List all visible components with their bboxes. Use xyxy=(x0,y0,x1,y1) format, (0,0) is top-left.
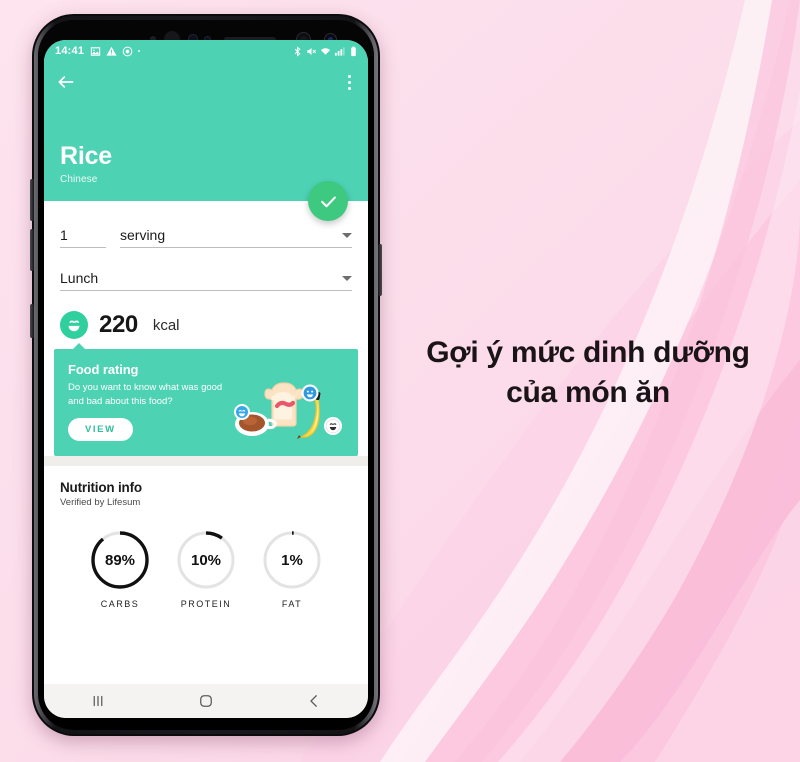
donut-fat-value: 1% xyxy=(281,552,303,569)
signal-icon xyxy=(334,46,345,56)
donut-carbs-label: CARBS xyxy=(100,598,140,609)
wifi-icon xyxy=(320,47,331,55)
food-illustration xyxy=(234,381,342,439)
phone-screen: 14:41 Rice Chinese 1 serving Lunch 220 k… xyxy=(44,40,368,718)
donut-carbs-value: 89% xyxy=(105,552,135,569)
chevron-down-icon xyxy=(342,275,352,281)
macro-donut-chart: 89% CARBS 10% PROTEIN 1% FAT xyxy=(60,528,352,609)
promo-headline: Gợi ý mức dinh dưỡng của món ăn xyxy=(382,333,794,413)
headline-line-2: của món ăn xyxy=(506,375,670,409)
volume-up-button[interactable] xyxy=(30,179,34,221)
status-bar-clock: 14:41 xyxy=(55,45,85,57)
food-hero-header: Rice Chinese xyxy=(44,102,368,221)
food-rating-description: Do you want to know what was good and ba… xyxy=(68,382,223,407)
chevron-down-icon xyxy=(342,232,352,238)
smiley-face-icon xyxy=(60,311,88,339)
serving-row: 1 serving xyxy=(60,227,352,248)
battery-icon xyxy=(351,46,356,56)
food-rating-card[interactable]: Food rating Do you want to know what was… xyxy=(54,349,358,456)
assistant-button[interactable] xyxy=(30,304,34,338)
nutrition-subtitle: Verified by Lifesum xyxy=(60,496,141,508)
save-food-fab-button[interactable] xyxy=(308,181,348,221)
kebab-menu-icon[interactable] xyxy=(345,72,354,93)
section-divider xyxy=(44,455,368,466)
phone-device: 14:41 Rice Chinese 1 serving Lunch 220 k… xyxy=(30,14,382,736)
status-bar: 14:41 xyxy=(44,40,368,62)
view-food-rating-button[interactable]: VIEW xyxy=(68,417,133,441)
donut-fat-label: FAT xyxy=(281,598,303,609)
food-rating-title: Food rating xyxy=(68,362,139,377)
volume-down-button[interactable] xyxy=(30,229,34,271)
check-icon xyxy=(320,196,336,207)
donut-protein-label: PROTEIN xyxy=(180,598,232,609)
meal-select[interactable]: Lunch xyxy=(60,270,352,291)
recent-apps-icon[interactable] xyxy=(89,692,107,710)
calorie-value: 220 xyxy=(99,311,138,338)
back-icon[interactable] xyxy=(305,692,323,710)
bluetooth-icon xyxy=(294,45,301,57)
dot-icon xyxy=(138,50,141,52)
food-rating-card-wrapper: Food rating Do you want to know what was… xyxy=(44,339,368,456)
donut-carbs: 89% CARBS xyxy=(88,528,152,609)
donut-protein: 10% PROTEIN xyxy=(174,528,238,609)
home-icon[interactable] xyxy=(197,692,215,710)
amount-input[interactable]: 1 xyxy=(60,227,106,248)
target-icon xyxy=(122,46,133,56)
page-title: Rice xyxy=(60,142,113,170)
image-icon xyxy=(90,46,101,56)
status-bar-notification-icons xyxy=(90,46,141,57)
calorie-summary: 220 kcal xyxy=(44,291,368,339)
power-button[interactable] xyxy=(378,244,382,296)
nutrition-title: Nutrition info xyxy=(60,479,142,495)
unit-select-value: serving xyxy=(120,227,166,243)
volume-mute-icon xyxy=(307,47,316,55)
headline-line-1: Gợi ý mức dinh dưỡng xyxy=(426,336,750,369)
android-nav-bar xyxy=(44,684,368,718)
status-bar-system-icons xyxy=(292,45,359,57)
warning-triangle-icon xyxy=(106,46,117,56)
nutrition-section: Nutrition info Verified by Lifesum 89% C… xyxy=(44,465,368,609)
donut-protein-value: 10% xyxy=(191,552,221,569)
meal-select-value: Lunch xyxy=(60,270,99,286)
donut-fat: 1% FAT xyxy=(260,528,324,609)
calorie-unit: kcal xyxy=(152,316,180,334)
unit-select[interactable]: serving xyxy=(120,227,352,248)
back-arrow-icon[interactable] xyxy=(56,72,76,92)
app-bar xyxy=(44,62,368,102)
